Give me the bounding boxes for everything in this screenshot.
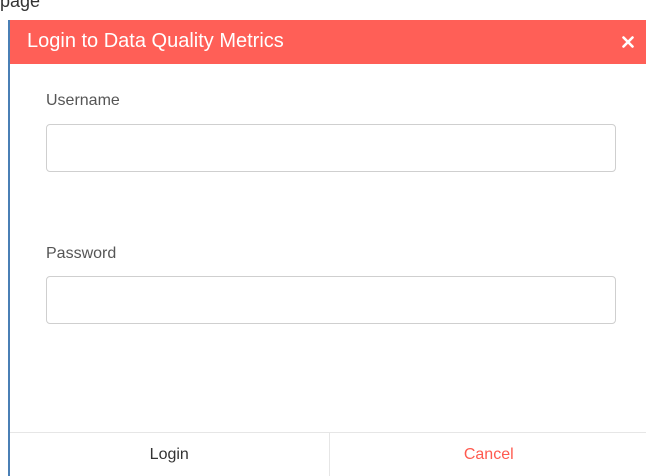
login-button[interactable]: Login bbox=[10, 433, 330, 476]
dialog-header: Login to Data Quality Metrics bbox=[10, 20, 646, 64]
background-page-text: page bbox=[0, 0, 646, 20]
dialog-footer: Login Cancel bbox=[10, 432, 646, 476]
cancel-button[interactable]: Cancel bbox=[329, 433, 646, 476]
login-dialog: Login to Data Quality Metrics Username P… bbox=[8, 20, 646, 476]
username-input[interactable] bbox=[46, 124, 616, 172]
password-label: Password bbox=[46, 245, 117, 262]
background-page-label: page bbox=[0, 0, 41, 11]
close-icon bbox=[622, 36, 634, 48]
password-input[interactable] bbox=[46, 276, 616, 324]
dialog-title: Login to Data Quality Metrics bbox=[27, 30, 284, 52]
close-button[interactable] bbox=[608, 20, 646, 64]
username-label: Username bbox=[46, 92, 120, 109]
